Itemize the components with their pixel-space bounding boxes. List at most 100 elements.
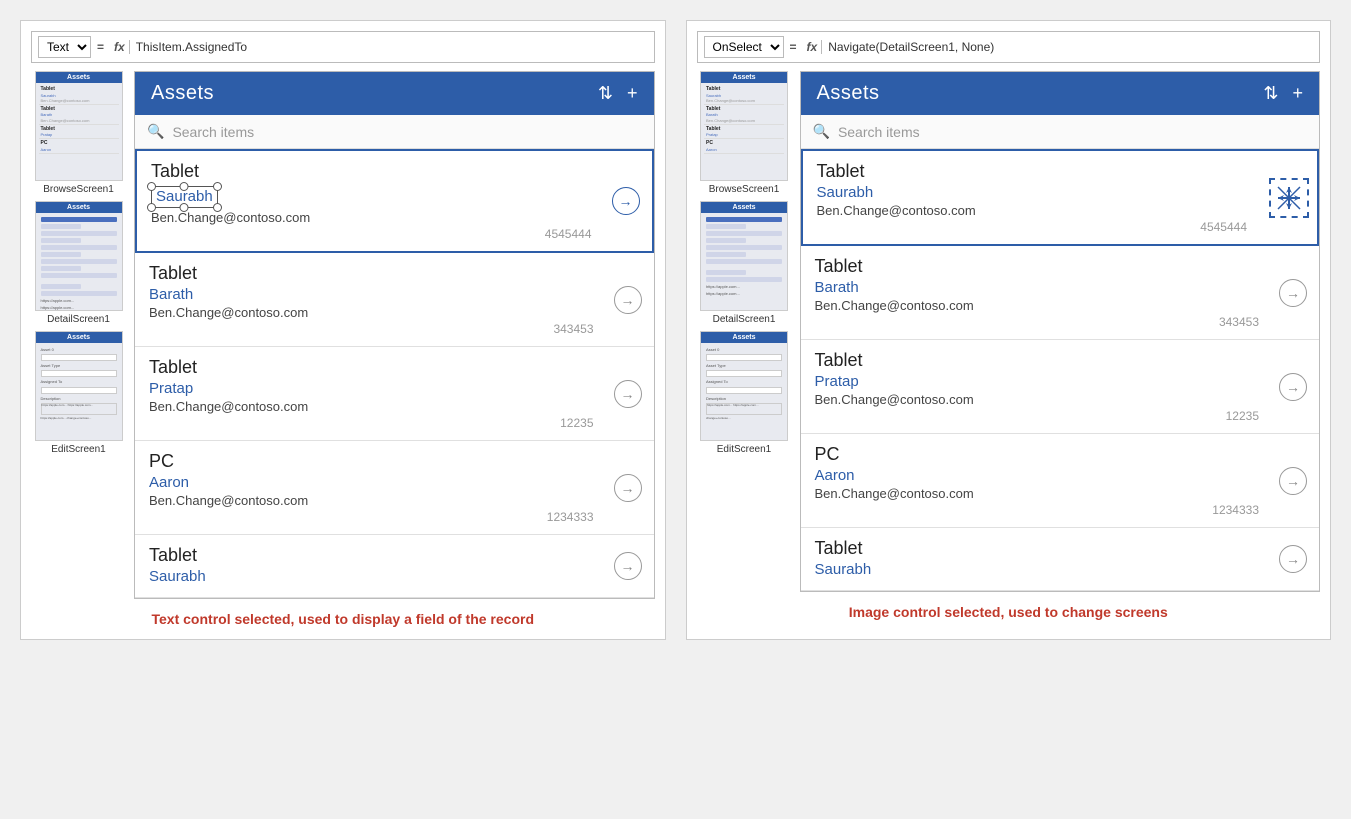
left-browse-label: BrowseScreen1 [43,184,114,195]
left-item-3-number: 1234333 [149,510,594,524]
right-item-0-title: Tablet [817,161,1248,182]
main-panels: Text = fx ThisItem.AssignedTo Assets Tab… [20,20,1331,640]
left-sort-icon[interactable]: ⇅ [598,83,613,104]
right-app-header-icons: ⇅ + [1263,83,1303,104]
right-thumb-detail-box: Assets https://apple.com... [700,201,788,311]
left-item-2-number: 12235 [149,416,594,430]
right-item-3-arrow[interactable]: → [1279,467,1307,495]
left-item-1-email: Ben.Change@contoso.com [149,305,594,320]
right-search-icon: 🔍 [813,123,830,140]
left-list-item-1[interactable]: Tablet Barath Ben.Change@contoso.com 343… [135,253,654,347]
right-thumb-browse-box: Assets TabletSaurabhBen.Change@contoso.c… [700,71,788,181]
right-search-placeholder: Search items [838,124,920,140]
left-caption-row: Text control selected, used to display a… [31,611,655,629]
left-item-1-number: 343453 [149,322,594,336]
right-formula-input[interactable]: Navigate(DetailScreen1, None) [828,40,1313,54]
left-item-4-assigned: Saurabh [149,568,594,585]
right-list-item-0[interactable]: Tablet Saurabh Ben.Change@contoso.com 45… [801,149,1320,246]
left-item-3-title: PC [149,451,594,472]
left-detail-label: DetailScreen1 [47,314,110,325]
left-list-item-0[interactable]: Tablet Saurabh Ben.Chan [135,149,654,253]
left-thumb-edit-content: Asset 0 Asset Type Assigned To Descripti… [36,343,122,425]
right-caption-row: Image control selected, used to change s… [697,604,1321,622]
right-app-preview: Assets ⇅ + 🔍 Search items Tablet Saurabh… [800,71,1321,592]
left-thumb-edit-box: Assets Asset 0 Asset Type Assigned To De… [35,331,123,441]
left-thumb-browse[interactable]: Assets TabletSaurabhBen.Change@contoso.c… [31,71,126,195]
left-app-header-icons: ⇅ + [598,83,638,104]
right-list-item-1[interactable]: Tablet Barath Ben.Change@contoso.com 343… [801,246,1320,340]
left-thumb-browse-box: Assets TabletSaurabhBen.Change@contoso.c… [35,71,123,181]
right-item-2-title: Tablet [815,350,1260,371]
right-item-2-arrow[interactable]: → [1279,373,1307,401]
right-item-3-email: Ben.Change@contoso.com [815,486,1260,501]
right-thumb-edit-content: Asset 0 Asset Type Assigned To Descripti… [701,343,787,425]
right-add-icon[interactable]: + [1292,83,1303,104]
right-item-3-title: PC [815,444,1260,465]
left-list-item-4[interactable]: Tablet Saurabh → [135,535,654,598]
left-search-bar: 🔍 Search items [135,115,654,149]
right-item-2-email: Ben.Change@contoso.com [815,392,1260,407]
right-list-item-2[interactable]: Tablet Pratap Ben.Change@contoso.com 122… [801,340,1320,434]
left-property-select[interactable]: Text [38,36,91,58]
right-item-2-assigned: Pratap [815,373,1260,390]
left-item-4-title: Tablet [149,545,594,566]
left-thumb-detail-box: Assets h [35,201,123,311]
left-add-icon[interactable]: + [627,83,638,104]
right-thumb-edit-box: Assets Asset 0 Asset Type Assigned To De… [700,331,788,441]
right-item-4-assigned: Saurabh [815,561,1260,578]
right-caption: Image control selected, used to change s… [849,604,1168,620]
left-item-2-title: Tablet [149,357,594,378]
left-app-title: Assets [151,82,214,105]
left-item-1-arrow[interactable]: → [614,286,642,314]
right-list-item-3[interactable]: PC Aaron Ben.Change@contoso.com 1234333 … [801,434,1320,528]
left-caption: Text control selected, used to display a… [152,611,535,627]
left-sidebar-thumbs: Assets TabletSaurabhBen.Change@contoso.c… [31,71,126,599]
right-detail-label: DetailScreen1 [713,314,776,325]
left-search-placeholder: Search items [172,124,254,140]
right-thumb-edit-header: Assets [701,332,787,343]
right-sort-icon[interactable]: ⇅ [1263,83,1278,104]
left-item-1-title: Tablet [149,263,594,284]
right-content-area: Assets Tablet Saurabh Ben.Change@contoso.c… [697,71,1321,592]
left-panel: Text = fx ThisItem.AssignedTo Assets Tab… [20,20,666,640]
right-item-4-arrow[interactable]: → [1279,545,1307,573]
right-browse-label: BrowseScreen1 [709,184,780,195]
left-thumb-browse-content: TabletSaurabhBen.Change@contoso.com Tabl… [36,83,122,156]
left-item-0-arrow[interactable]: → [612,187,640,215]
left-item-0-title: Tablet [151,161,592,182]
right-edit-label: EditScreen1 [717,444,771,455]
right-thumb-detail[interactable]: Assets https://apple.com... [697,201,792,325]
left-item-3-arrow[interactable]: → [614,474,642,502]
right-property-select[interactable]: OnSelect [704,36,784,58]
left-item-3-email: Ben.Change@contoso.com [149,493,594,508]
left-item-3-assigned: Aaron [149,474,594,491]
left-formula-input[interactable]: ThisItem.AssignedTo [136,40,648,54]
right-sidebar-thumbs: Assets TabletSaurabhBen.Change@contoso.c… [697,71,792,592]
left-list-item-3[interactable]: PC Aaron Ben.Change@contoso.com 1234333 … [135,441,654,535]
right-nav-cross-icon [1276,185,1302,211]
right-thumb-browse-header: Assets [701,72,787,83]
left-thumb-edit-header: Assets [36,332,122,343]
right-app-header: Assets ⇅ + [801,72,1320,115]
right-item-3-number: 1234333 [815,503,1260,517]
right-item-1-arrow[interactable]: → [1279,279,1307,307]
right-thumb-edit[interactable]: Assets Asset 0 Asset Type Assigned To De… [697,331,792,455]
left-item-0-email: Ben.Change@contoso.com [151,210,592,225]
left-item-2-email: Ben.Change@contoso.com [149,399,594,414]
right-thumb-browse[interactable]: Assets TabletSaurabhBen.Change@contoso.c… [697,71,792,195]
left-thumb-edit[interactable]: Assets Asset 0 Asset Type Assigned To De… [31,331,126,455]
left-item-0-number: 4545444 [151,227,592,241]
left-thumb-detail-header: Assets [36,202,122,213]
left-thumb-detail[interactable]: Assets h [31,201,126,325]
right-panel: OnSelect = fx Navigate(DetailScreen1, No… [686,20,1332,640]
right-item-3-assigned: Aaron [815,467,1260,484]
left-thumb-browse-header: Assets [36,72,122,83]
right-nav-icon-container[interactable] [1269,178,1309,218]
left-app-preview: Assets ⇅ + 🔍 Search items Tablet Saurab [134,71,655,599]
right-list-item-4[interactable]: Tablet Saurabh → [801,528,1320,591]
left-item-4-arrow[interactable]: → [614,552,642,580]
right-item-0-email: Ben.Change@contoso.com [817,203,1248,218]
right-app-title: Assets [817,82,880,105]
left-list-item-2[interactable]: Tablet Pratap Ben.Change@contoso.com 122… [135,347,654,441]
left-item-2-arrow[interactable]: → [614,380,642,408]
